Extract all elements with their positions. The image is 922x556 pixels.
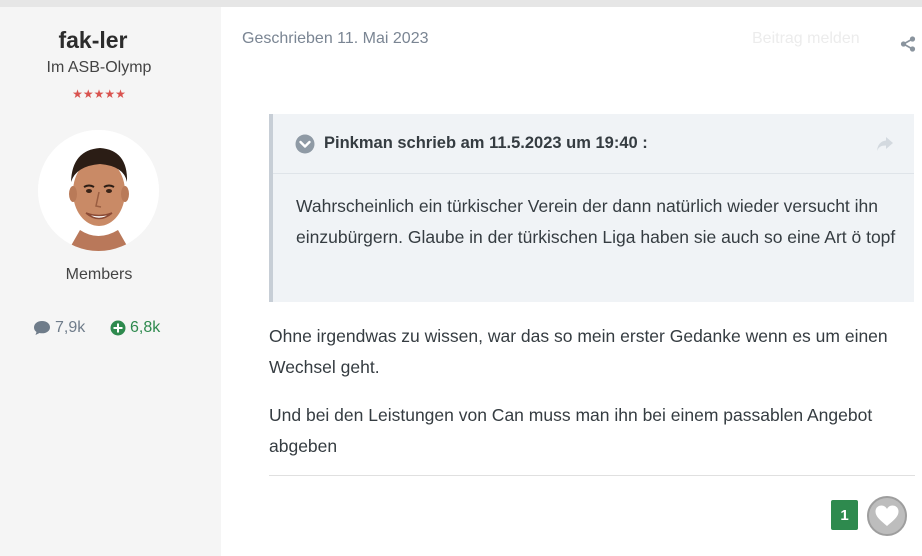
plus-circle-icon (110, 320, 126, 336)
arrow-share-icon[interactable] (876, 136, 894, 152)
post-paragraph-1: Ohne irgendwas zu wissen, war das so mei… (269, 326, 888, 377)
posts-count: 7,9k (55, 319, 86, 336)
post-date: Geschrieben 11. Mai 2023 (242, 30, 429, 47)
share-icon[interactable] (900, 36, 916, 52)
top-strip (0, 0, 922, 7)
post-divider (269, 475, 915, 476)
like-button[interactable] (867, 496, 907, 536)
avatar[interactable] (38, 130, 159, 251)
quote-text: Wahrscheinlich ein türkischer Verein der… (296, 196, 896, 247)
chevron-down-circle-icon[interactable] (295, 134, 315, 154)
post-paragraph-2: Und bei den Leistungen von Can muss man … (269, 405, 873, 456)
comment-icon (34, 321, 50, 335)
heart-icon (875, 505, 899, 526)
reaction-count-badge[interactable]: 1 (831, 500, 858, 530)
quote-header: Pinkman schrieb am 11.5.2023 um 19:40 : (273, 114, 914, 174)
author-group: Members (65, 266, 133, 283)
author-username[interactable]: fak-ler (0, 27, 186, 54)
quote-block: Pinkman schrieb am 11.5.2023 um 19:40 : … (269, 114, 914, 302)
rank-stars: ★★★★★ (72, 87, 126, 101)
reputation-stat: 6,8k (110, 319, 160, 337)
report-post-link[interactable]: Beitrag melden (752, 30, 860, 48)
author-rank: Im ASB-Olymp (46, 59, 152, 76)
reputation-count: 6,8k (130, 319, 161, 336)
avatar-photo (38, 130, 159, 251)
posts-stat: 7,9k (33, 319, 85, 337)
quote-citation: Pinkman schrieb am 11.5.2023 um 19:40 : (324, 134, 648, 152)
